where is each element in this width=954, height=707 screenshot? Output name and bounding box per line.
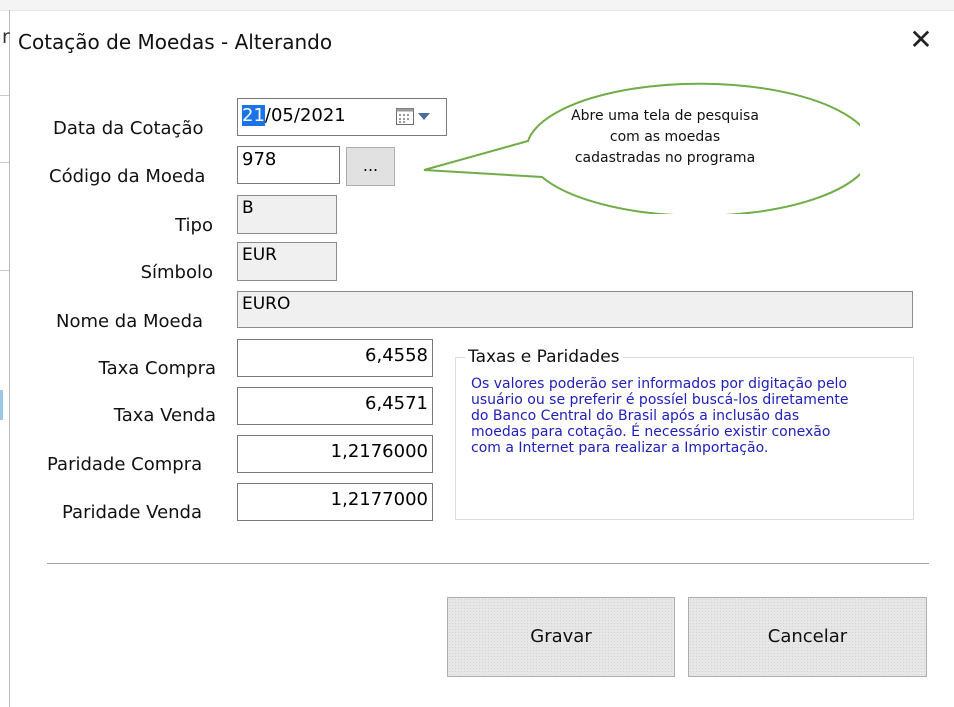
- sell-parity-label: Paridade Venda: [62, 502, 203, 523]
- date-day-selected: 21: [242, 105, 265, 126]
- info-line: Os valores poderão ser informados por di…: [471, 376, 848, 392]
- symbol-field: EUR: [237, 242, 337, 281]
- rates-parities-info: Os valores poderão ser informados por di…: [471, 376, 906, 456]
- date-label: Data da Cotação: [53, 118, 204, 139]
- background-line: [0, 162, 9, 163]
- info-line: usuário ou se preferir é possíel buscá-l…: [471, 392, 849, 408]
- window-left-border: [9, 10, 10, 707]
- buy-rate-input[interactable]: 6,4558: [237, 339, 433, 377]
- save-button[interactable]: Gravar: [447, 597, 675, 677]
- sell-rate-label: Taxa Venda: [113, 405, 216, 426]
- type-field: B: [237, 195, 337, 234]
- background-window-text: r: [2, 26, 10, 48]
- callout-line: Abre uma tela de pesquisa: [571, 108, 759, 124]
- callout-text: Abre uma tela de pesquisa com as moedas …: [540, 106, 790, 169]
- info-line: moedas para cotação. É necessário existi…: [471, 424, 831, 440]
- rates-parities-group-title: Taxas e Paridades: [465, 347, 623, 367]
- close-icon[interactable]: ✕: [906, 25, 936, 55]
- buy-parity-label: Paridade Compra: [47, 454, 203, 475]
- currency-code-label: Código da Moeda: [49, 166, 206, 187]
- currency-name-field: EURO: [237, 291, 913, 328]
- callout-line: cadastradas no programa: [574, 150, 756, 166]
- dialog-title: Cotação de Moedas - Alterando: [18, 30, 333, 54]
- background-line: [0, 270, 9, 271]
- symbol-label: Símbolo: [140, 262, 213, 283]
- background-highlight: [0, 390, 3, 420]
- buy-parity-input[interactable]: 1,2176000: [237, 435, 433, 473]
- info-line: do Banco Central do Brasil após a inclus…: [471, 408, 800, 424]
- type-label: Tipo: [175, 215, 213, 236]
- info-line: com a Internet para realizar a Importaçã…: [471, 440, 769, 456]
- divider: [47, 563, 929, 564]
- cancel-button[interactable]: Cancelar: [688, 597, 927, 677]
- window-top-strip: [0, 0, 954, 11]
- sell-parity-input[interactable]: 1,2177000: [237, 483, 433, 521]
- currency-lookup-button[interactable]: ...: [346, 147, 395, 186]
- buy-rate-label: Taxa Compra: [98, 358, 216, 379]
- currency-code-input[interactable]: 978: [237, 146, 340, 184]
- callout-line: com as moedas: [609, 129, 721, 145]
- sell-rate-input[interactable]: 6,4571: [237, 387, 433, 425]
- date-rest: /05/2021: [264, 105, 346, 126]
- currency-name-label: Nome da Moeda: [56, 311, 204, 332]
- background-line: [0, 95, 9, 96]
